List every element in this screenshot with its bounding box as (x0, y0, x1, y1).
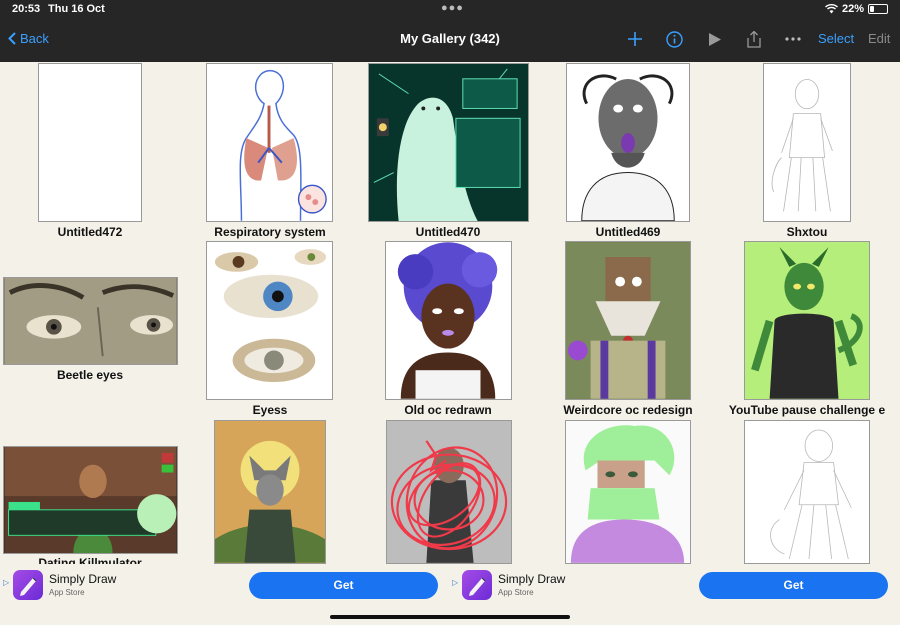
multitasking-dots-icon[interactable]: ●●● (441, 2, 464, 14)
status-date: Thu 16 Oct (48, 3, 105, 15)
info-icon (665, 30, 683, 48)
wolf-character-illustration (215, 421, 325, 563)
edit-button: Edit (868, 31, 891, 46)
add-button[interactable] (625, 27, 645, 51)
artwork-thumbnail[interactable] (386, 420, 512, 564)
artwork-title: Weirdcore oc redesign (563, 403, 693, 417)
artwork-title: Beetle eyes (56, 368, 124, 382)
oc-portrait-illustration (397, 242, 498, 399)
artwork-thumbnail[interactable] (214, 420, 326, 564)
more-button[interactable] (783, 27, 803, 51)
simply-draw-app-icon (462, 570, 492, 600)
share-button[interactable] (744, 27, 764, 51)
navigation-bar: 20:53 Thu 16 Oct ●●● 22% Back My Gallery… (0, 0, 900, 62)
green-character-illustration (745, 242, 869, 399)
green-hair-character-illustration (566, 421, 690, 563)
dating-sim-illustration (4, 447, 177, 553)
gallery-grid: Untitled472 Respiratory system Untitled4… (0, 62, 900, 564)
artwork-title: Old oc redrawn (404, 403, 492, 417)
more-icon (785, 37, 801, 41)
ghost-illustration (369, 64, 528, 221)
info-button[interactable] (664, 27, 684, 51)
plus-icon (628, 32, 642, 46)
artwork-thumbnail[interactable] (744, 420, 870, 564)
play-button[interactable] (705, 27, 725, 51)
home-indicator[interactable] (330, 615, 570, 619)
status-time: 20:53 (12, 3, 41, 15)
battery-icon (868, 4, 888, 14)
ad-app-info[interactable]: Simply Draw App Store (13, 570, 243, 602)
share-icon (747, 30, 761, 48)
artwork-thumbnail[interactable] (744, 241, 870, 400)
artwork-thumbnail[interactable] (206, 241, 333, 400)
sketch-figure-illustration (771, 79, 833, 212)
artwork-title: Shxtou (786, 225, 828, 239)
artwork-title: Untitled469 (595, 225, 661, 239)
wifi-icon (825, 4, 838, 14)
simply-draw-app-icon (13, 570, 43, 600)
select-button[interactable]: Select (818, 31, 854, 46)
ad-get-button[interactable]: Get (699, 572, 888, 599)
ad-banner: ▷ Simply Draw App Store Get ▷ Simply Dra… (0, 564, 900, 625)
ad-app-info[interactable]: Simply Draw App Store (462, 570, 692, 602)
artwork-thumbnail[interactable] (566, 63, 690, 222)
eyes-study-illustration (214, 249, 327, 383)
lungs-illustration (239, 69, 327, 221)
artwork-thumbnail[interactable] (3, 277, 178, 365)
status-indicators: 22% (825, 3, 888, 15)
ad-choices-icon[interactable]: ▷ (3, 578, 9, 587)
ad-app-name: Simply Draw (49, 572, 117, 586)
screaming-man-illustration (581, 74, 675, 221)
page-title: My Gallery (342) (400, 31, 500, 46)
ad-app-name: Simply Draw (498, 572, 566, 586)
artwork-thumbnail[interactable] (565, 241, 691, 400)
artwork-title: Untitled472 (57, 225, 123, 239)
scribbled-out-artwork (387, 421, 511, 563)
eyes-closeup-illustration (4, 278, 177, 364)
app-screen: 20:53 Thu 16 Oct ●●● 22% Back My Gallery… (0, 0, 900, 625)
ad-store-label: App Store (498, 588, 534, 597)
artwork-thumbnail[interactable] (38, 63, 142, 222)
ad-choices-icon[interactable]: ▷ (452, 578, 458, 587)
artwork-thumbnail[interactable] (3, 446, 178, 554)
artwork-thumbnail[interactable] (206, 63, 333, 222)
artwork-thumbnail[interactable] (368, 63, 529, 222)
artwork-title: Respiratory system (214, 225, 326, 239)
artwork-title: Dating Killmulator (38, 556, 142, 564)
ad-get-button[interactable]: Get (249, 572, 438, 599)
artwork-title: Untitled470 (415, 225, 481, 239)
artwork-thumbnail[interactable] (763, 63, 851, 222)
play-icon (709, 32, 721, 46)
ad-store-label: App Store (49, 588, 85, 597)
artwork-title: YouTube pause challenge e (728, 403, 886, 417)
weirdcore-oc-illustration (566, 242, 690, 399)
artwork-title: Eyess (252, 403, 288, 417)
artwork-thumbnail[interactable] (565, 420, 691, 564)
artwork-thumbnail[interactable] (385, 241, 512, 400)
sketch-character-illustration (770, 429, 852, 560)
battery-percent: 22% (841, 3, 864, 15)
